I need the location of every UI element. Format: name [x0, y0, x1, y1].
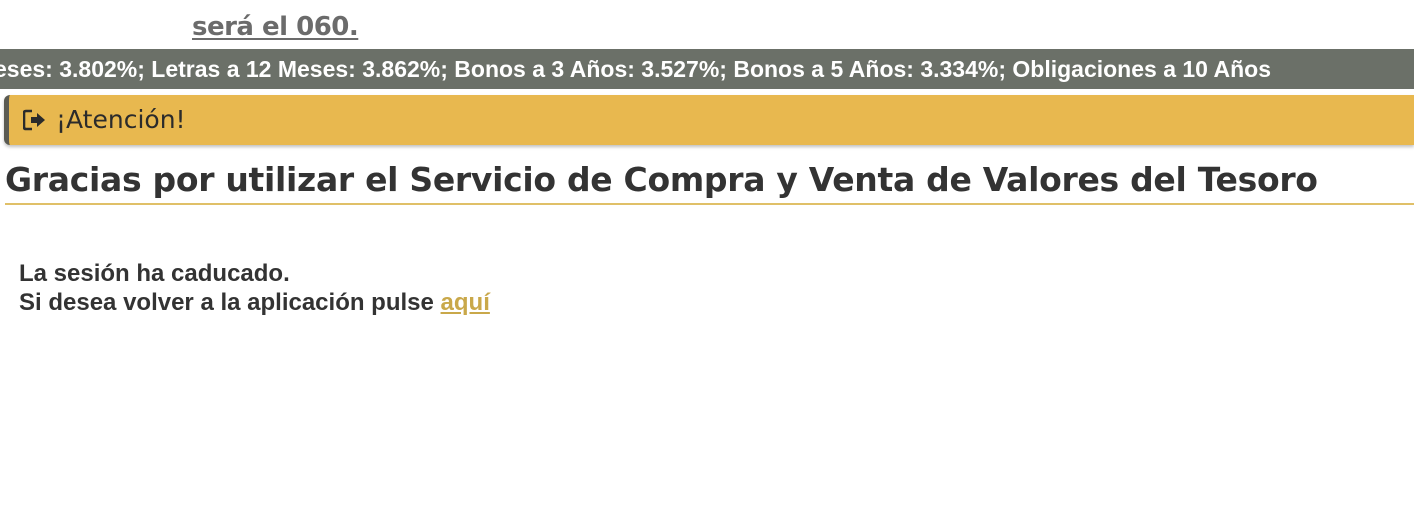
rates-ticker: eses: 3.802%; Letras a 12 Meses: 3.862%;… — [0, 49, 1414, 89]
return-instruction-text: Si desea volver a la aplicación pulse — [19, 289, 441, 316]
session-expired-text: La sesión ha caducado. — [19, 260, 290, 287]
alert-title: ¡Atención! — [56, 105, 186, 134]
rates-ticker-text: eses: 3.802%; Letras a 12 Meses: 3.862%;… — [0, 56, 1272, 82]
return-instruction: Si desea volver a la aplicación pulse aq… — [19, 288, 490, 317]
sign-out-icon — [22, 109, 47, 131]
session-expired-message: La sesión ha caducado. Si desea volver a… — [19, 259, 490, 317]
attention-alert: ¡Atención! — [4, 95, 1414, 145]
return-link[interactable]: aquí — [441, 289, 490, 316]
page-title: Gracias por utilizar el Servicio de Comp… — [5, 160, 1414, 205]
top-notice-link[interactable]: será el 060. — [192, 12, 359, 42]
